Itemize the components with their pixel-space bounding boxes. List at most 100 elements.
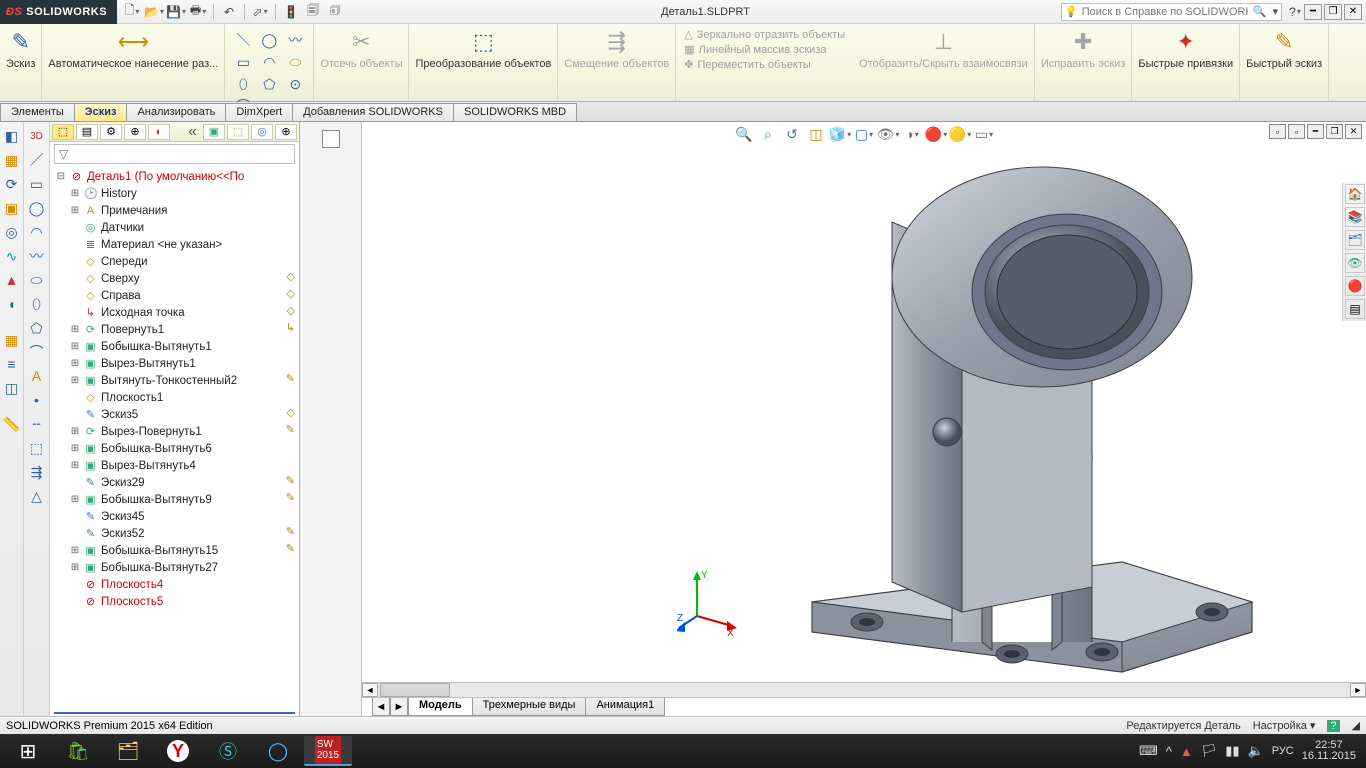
search-dropdown-icon[interactable]: ▾ (1269, 5, 1281, 18)
feature-tab[interactable]: DimXpert (225, 103, 293, 121)
tree-node[interactable]: ◇Справа (56, 287, 299, 304)
taskbar-yandex-icon[interactable]: Y (154, 736, 202, 766)
cut-revolve-icon[interactable]: ◎ (2, 222, 22, 242)
polygon-icon[interactable]: ⬠ (257, 74, 281, 94)
help-search[interactable]: 💡 🔍 ▾ (1061, 3, 1282, 21)
select-icon[interactable]: ⬀ (251, 3, 269, 21)
fm-tab-prop[interactable]: ▤ (76, 124, 98, 140)
point-icon[interactable]: ⊙ (283, 74, 307, 94)
shell-icon[interactable]: ◫ (2, 378, 22, 398)
tree-node[interactable]: ⊘Плоскость4 (56, 576, 299, 593)
open-file-icon[interactable]: 📂 (145, 3, 163, 21)
slot2-icon[interactable]: ⬯ (27, 294, 47, 314)
status-help-icon[interactable]: ? (1327, 720, 1339, 732)
mdi-restore[interactable]: ❐ (1326, 124, 1343, 139)
feature-tab[interactable]: Добавления SOLIDWORKS (292, 103, 454, 121)
ellipse2-icon[interactable]: ⬭ (27, 270, 47, 290)
options2-icon[interactable]: 🗊 (326, 3, 344, 21)
tree-node[interactable]: ⊞▣Бобышка-Вытянуть9 (56, 491, 299, 508)
rebuild-icon[interactable]: 🚦 (282, 3, 300, 21)
feature-tab[interactable]: Элементы (0, 103, 75, 121)
tabs-prev[interactable]: ◄ (372, 698, 390, 716)
undo-icon[interactable]: ↶ (220, 3, 238, 21)
tray-flag-icon[interactable]: 🏳 (1201, 743, 1218, 759)
tree-node[interactable]: ⊞▣Бобышка-Вытянуть15 (56, 542, 299, 559)
tree-node[interactable]: ✎Эскиз5 (56, 406, 299, 423)
task-pane-box[interactable] (322, 130, 340, 148)
mdi-close[interactable]: ✕ (1345, 124, 1362, 139)
feature-tab[interactable]: Эскиз (74, 103, 128, 121)
tree-node[interactable]: ⊞⟳Вырез-Повернуть1 (56, 423, 299, 440)
mdi-minimize[interactable]: ━ (1307, 124, 1324, 139)
convert2-icon[interactable]: ⬚ (27, 438, 47, 458)
features-icon[interactable]: ◧ (2, 126, 22, 146)
fm-tab-display[interactable]: ◐ (148, 124, 170, 140)
scroll-right[interactable]: ► (1350, 683, 1366, 697)
sweep-icon[interactable]: ∿ (2, 246, 22, 266)
taskpane-file-icon[interactable]: 🗂 (1345, 230, 1365, 250)
polygon2-icon[interactable]: ⬠ (27, 318, 47, 338)
text2-icon[interactable]: A (27, 366, 47, 386)
taskbar-explorer-icon[interactable]: 🗂 (104, 736, 152, 766)
circle-icon[interactable]: ◯ (257, 30, 281, 50)
tray-shield-icon[interactable]: ▲ (1180, 744, 1193, 759)
3d-icon[interactable]: 3D (27, 126, 47, 146)
fm-filter[interactable]: ▽ (54, 144, 295, 164)
tree-node[interactable]: ⊞▣Бобышка-Вытянуть6 (56, 440, 299, 457)
feature-tab[interactable]: SOLIDWORKS MBD (453, 103, 577, 121)
tree-node[interactable]: ◇Сверху (56, 270, 299, 287)
window-minimize[interactable]: ━ (1304, 4, 1322, 20)
arc-icon[interactable]: ◠ (257, 52, 281, 72)
corner-rect-icon[interactable]: ▭ (27, 174, 47, 194)
cut-extrude-icon[interactable]: ▣ (2, 198, 22, 218)
start-button[interactable]: ⊞ (4, 736, 52, 766)
window-close[interactable]: ✕ (1344, 4, 1362, 20)
save-icon[interactable]: 💾 (167, 3, 185, 21)
taskbar-solidworks-icon[interactable]: SW2015 (304, 736, 352, 766)
centerline-icon[interactable]: ╌ (27, 414, 47, 434)
taskpane-appear-icon[interactable]: 🔴 (1345, 276, 1365, 296)
feature-tab[interactable]: Анализировать (126, 103, 226, 121)
tray-language[interactable]: РУС (1272, 745, 1294, 757)
new-file-icon[interactable]: 🗋 (123, 3, 141, 21)
slot-icon[interactable]: ⬯ (231, 74, 255, 94)
tray-keyboard-icon[interactable]: ⌨ (1139, 743, 1158, 759)
spline-icon[interactable]: 〰 (283, 30, 307, 50)
tree-node[interactable]: ⊞🕑History (56, 185, 299, 202)
revolve-icon[interactable]: ⟳ (2, 174, 22, 194)
tree-node[interactable]: ✎Эскиз29 (56, 474, 299, 491)
help-icon[interactable]: ? (1286, 3, 1304, 21)
print-icon[interactable]: 🖶 (189, 3, 207, 21)
rib-icon[interactable]: ≡ (2, 354, 22, 374)
extrude-icon[interactable]: ▦ (2, 150, 22, 170)
fm-extra3[interactable]: ◎ (251, 124, 273, 140)
taskpane-lib-icon[interactable]: 📚 (1345, 207, 1365, 227)
tree-node[interactable]: ◎Датчики (56, 219, 299, 236)
taskbar-store-icon[interactable]: 🛍 (54, 736, 102, 766)
search-icon[interactable]: 🔍 (1250, 5, 1270, 18)
tabs-next[interactable]: ► (390, 698, 408, 716)
model-tab[interactable]: Анимация1 (585, 698, 665, 716)
help-search-input[interactable] (1080, 6, 1250, 18)
tree-node[interactable]: ✎Эскиз52 (56, 525, 299, 542)
fm-tab-dim[interactable]: ⊕ (124, 124, 146, 140)
spline2-icon[interactable]: 〰 (27, 246, 47, 266)
fm-tab-tree[interactable]: ⬚ (52, 124, 74, 140)
options-icon[interactable]: 🗐 (304, 3, 322, 21)
status-resize-grip[interactable]: ◢ (1352, 719, 1360, 732)
scroll-left[interactable]: ◄ (362, 683, 378, 697)
offset2-icon[interactable]: ⇶ (27, 462, 47, 482)
scroll-thumb[interactable] (380, 683, 450, 697)
arc2-icon[interactable]: ◠ (27, 222, 47, 242)
window-restore[interactable]: ❐ (1324, 4, 1342, 20)
fm-collapse-icon[interactable]: « (184, 123, 201, 141)
tree-node[interactable]: ✎Эскиз45 (56, 508, 299, 525)
tree-root[interactable]: ⊟⊘Деталь1 (По умолчанию<<По (56, 168, 299, 185)
fm-extra4[interactable]: ⊕ (275, 124, 297, 140)
mirror2-icon[interactable]: △ (27, 486, 47, 506)
tree-node[interactable]: ≣Материал <не указан> (56, 236, 299, 253)
fillet2-icon[interactable]: ⌒ (27, 342, 47, 362)
tree-node[interactable]: ⊞⟳Повернуть1 (56, 321, 299, 338)
fm-extra2[interactable]: ⬚ (227, 124, 249, 140)
tree-node[interactable]: ⊞▣Бобышка-Вытянуть1 (56, 338, 299, 355)
